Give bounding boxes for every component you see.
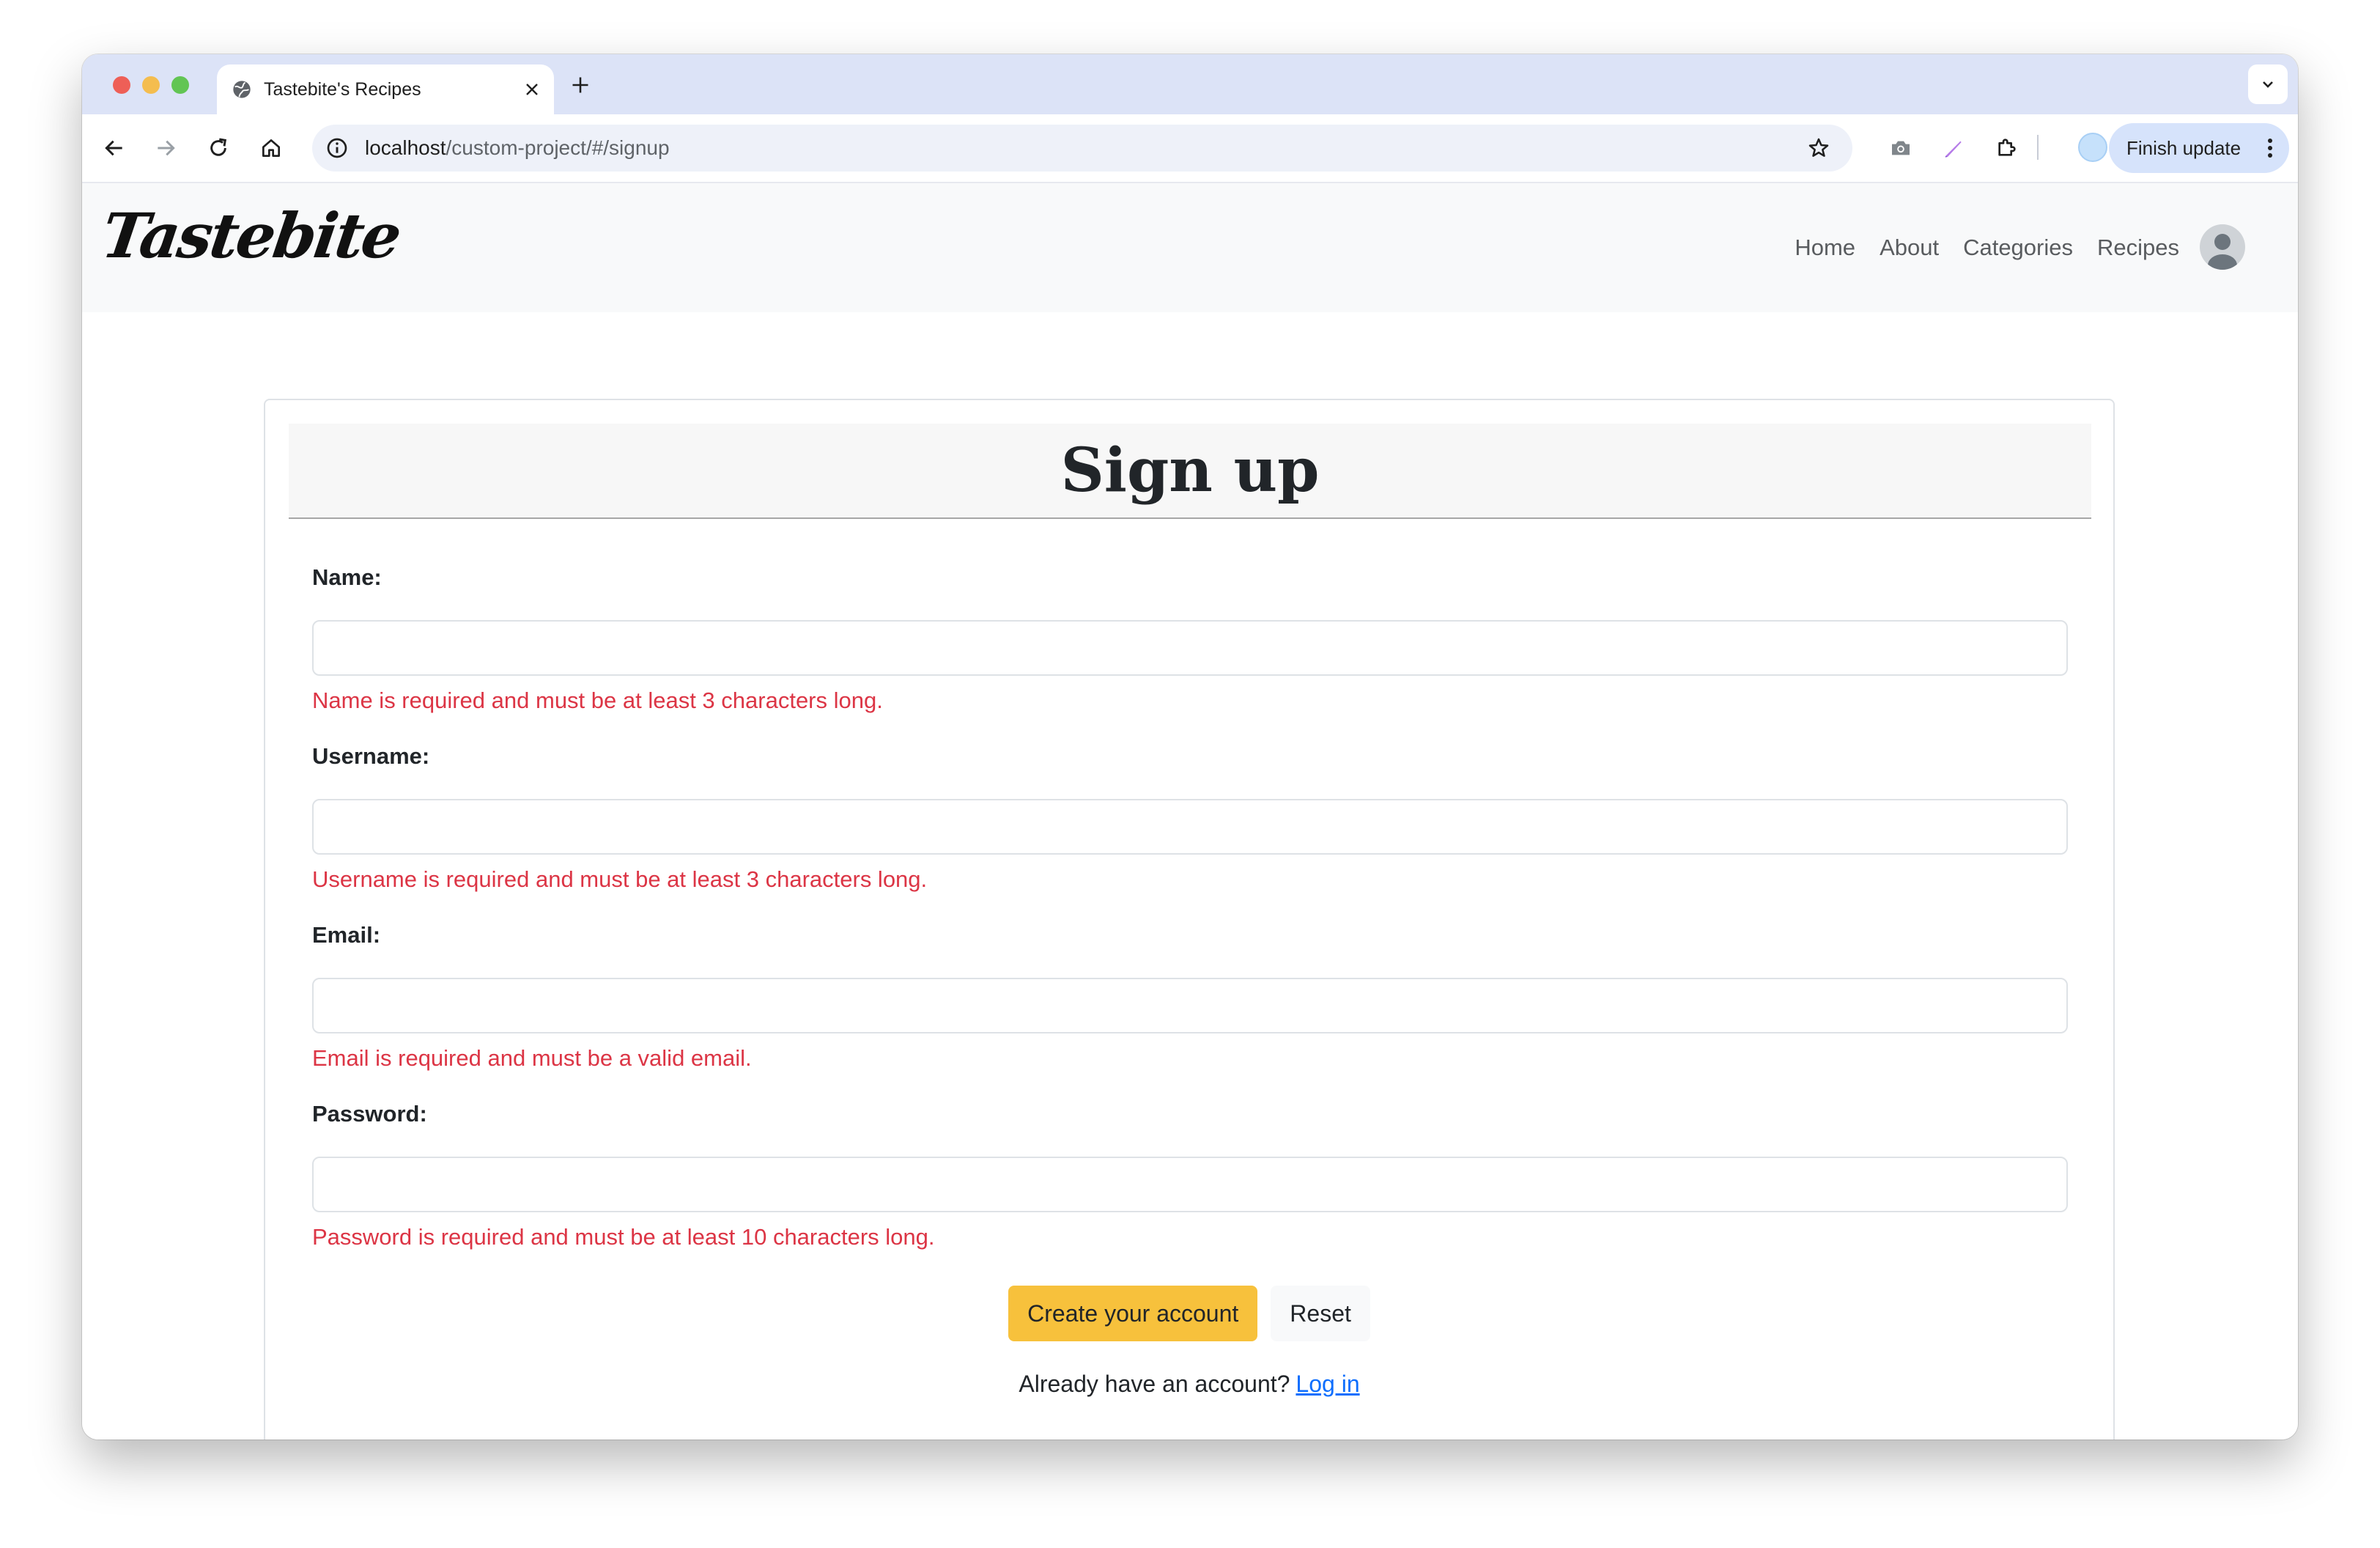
finish-update-label: Finish update: [2126, 137, 2242, 159]
url-text: localhost/custom-project/#/signup: [365, 125, 670, 172]
camera-icon[interactable]: [1889, 136, 1912, 160]
username-label: Username:: [312, 743, 430, 769]
password-error: Password is required and must be at leas…: [312, 1224, 935, 1250]
forward-arrow-icon[interactable]: [154, 136, 177, 160]
tab-search-button[interactable]: [2248, 64, 2288, 104]
signup-card: Sign up Name: Name is required and must …: [264, 399, 2115, 1440]
login-link[interactable]: Log in: [1296, 1371, 1359, 1397]
tab-strip: Tastebite's Recipes: [82, 54, 2298, 114]
name-field-group: Name: Name is required and must be at le…: [312, 561, 2068, 715]
email-input[interactable]: [312, 978, 2068, 1033]
name-label: Name:: [312, 564, 382, 590]
url-host: localhost: [365, 136, 446, 159]
page-title: Sign up: [1060, 435, 1320, 506]
email-label: Email:: [312, 922, 381, 948]
site-logo[interactable]: Tastebite: [97, 199, 404, 272]
username-input[interactable]: [312, 799, 2068, 855]
password-input[interactable]: [312, 1157, 2068, 1212]
signup-card-header: Sign up: [289, 424, 2091, 519]
finish-update-button[interactable]: Finish update: [2109, 123, 2289, 173]
chevron-down-icon: [2263, 81, 2273, 88]
extensions-puzzle-icon[interactable]: [1995, 136, 2018, 160]
more-options-icon: [2268, 139, 2272, 158]
nav-link-categories[interactable]: Categories: [1963, 235, 2073, 261]
username-field-group: Username: Username is required and must …: [312, 740, 2068, 894]
user-avatar[interactable]: [2200, 224, 2245, 270]
name-input[interactable]: [312, 620, 2068, 676]
reset-button[interactable]: Reset: [1271, 1286, 1370, 1341]
profile-avatar[interactable]: [2078, 133, 2107, 162]
address-bar[interactable]: localhost/custom-project/#/signup: [312, 125, 1852, 172]
close-window-button[interactable]: [113, 76, 130, 94]
password-field-group: Password: Password is required and must …: [312, 1098, 2068, 1252]
nav-links: Home About Categories Recipes: [1770, 183, 2179, 312]
page-viewport: Tastebite Home About Categories Recipes …: [82, 183, 2298, 1440]
user-silhouette-icon: [2208, 234, 2237, 270]
toolbar-separator: [2037, 135, 2039, 160]
nav-link-about[interactable]: About: [1880, 235, 1939, 261]
browser-tab-active[interactable]: Tastebite's Recipes: [217, 64, 554, 114]
home-icon[interactable]: [259, 136, 283, 160]
password-label: Password:: [312, 1101, 427, 1127]
email-error: Email is required and must be a valid em…: [312, 1045, 752, 1071]
pen-extension-icon[interactable]: [1942, 136, 1965, 160]
nav-link-recipes[interactable]: Recipes: [2097, 235, 2179, 261]
email-field-group: Email: Email is required and must be a v…: [312, 919, 2068, 1073]
form-actions: Create your account Reset: [265, 1286, 2113, 1341]
bookmark-star-icon[interactable]: [1807, 136, 1830, 160]
globe-icon: [233, 81, 251, 98]
new-tab-icon[interactable]: [570, 75, 591, 95]
minimize-window-button[interactable]: [142, 76, 160, 94]
login-prompt-text: Already have an account?: [1019, 1371, 1290, 1397]
site-navbar: Tastebite Home About Categories Recipes: [82, 183, 2298, 312]
maximize-window-button[interactable]: [171, 76, 189, 94]
browser-window: Tastebite's Recipes localhost/custom-pro…: [82, 54, 2298, 1440]
nav-link-home[interactable]: Home: [1795, 235, 1855, 261]
username-error: Username is required and must be at leas…: [312, 866, 928, 892]
close-tab-icon[interactable]: [523, 81, 541, 98]
login-prompt-line: Already have an account? Log in: [265, 1366, 2113, 1401]
create-account-button[interactable]: Create your account: [1008, 1286, 1258, 1341]
site-info-icon[interactable]: [325, 136, 349, 160]
reload-icon[interactable]: [207, 136, 230, 160]
tab-title: Tastebite's Recipes: [264, 79, 421, 100]
back-arrow-icon[interactable]: [103, 136, 126, 160]
browser-toolbar: localhost/custom-project/#/signup Finish…: [82, 114, 2298, 183]
url-path: /custom-project/#/signup: [446, 136, 670, 159]
name-error: Name is required and must be at least 3 …: [312, 688, 883, 713]
